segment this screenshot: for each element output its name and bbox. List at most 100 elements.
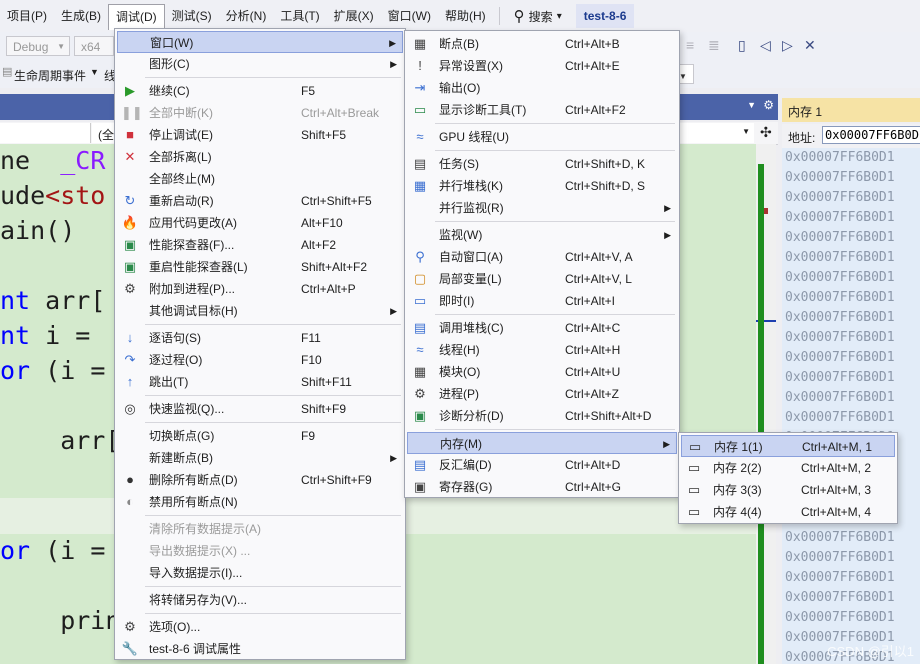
menubar-item[interactable]: 工具(T) xyxy=(273,4,326,28)
menu-item[interactable]: 将转储另存为(V)... xyxy=(117,589,403,611)
menubar-item[interactable]: 测试(S) xyxy=(165,4,219,28)
platform-combo[interactable]: x64 xyxy=(74,36,114,56)
menu-item[interactable]: 新建断点(B) ▶ xyxy=(117,447,403,469)
code-line: or (i = xyxy=(0,536,105,565)
menubar-item[interactable]: 调试(D) xyxy=(108,4,165,30)
menu-item[interactable]: 其他调试目标(H) ▶ xyxy=(117,300,403,322)
menu-item[interactable]: ◐ 禁用所有断点(N) xyxy=(117,491,403,513)
menu-item[interactable]: ▣ 寄存器(G) Ctrl+Alt+G xyxy=(407,476,677,498)
menubar-item[interactable]: 帮助(H) xyxy=(438,4,493,28)
menubar-item[interactable]: 扩展(X) xyxy=(327,4,381,28)
menu-item[interactable]: ▦ 模块(O) Ctrl+Alt+U xyxy=(407,361,677,383)
menu-item[interactable]: 🔧 test-8-6 调试属性 xyxy=(117,638,403,660)
quick-watch-icon: ◎ xyxy=(124,401,136,416)
menu-item-shortcut: Alt+F10 xyxy=(301,216,343,230)
gpu-threads-icon: ≈ xyxy=(416,129,424,144)
menu-item[interactable]: ≈ 线程(H) Ctrl+Alt+H xyxy=(407,339,677,361)
split-icon[interactable]: ✣ xyxy=(760,124,772,141)
menu-item-shortcut: Alt+F2 xyxy=(301,238,337,252)
menu-item[interactable]: ▭ 内存 3(3) Ctrl+Alt+M, 3 xyxy=(681,479,895,501)
menu-item[interactable]: 图形(C) ▶ xyxy=(117,53,403,75)
watermark: CSDN @引以1 xyxy=(827,644,914,659)
menu-item[interactable]: ↓ 逐语句(S) F11 xyxy=(117,327,403,349)
tab-dropdown-icon[interactable]: ▼ xyxy=(747,100,756,110)
code-line: prin xyxy=(0,606,120,635)
menu-item[interactable]: 全部终止(M) xyxy=(117,168,403,190)
menu-item-shortcut: Ctrl+Shift+F5 xyxy=(301,194,372,208)
menu-item[interactable]: ▶ 继续(C) F5 xyxy=(117,80,403,102)
menu-item[interactable]: 监视(W) ▶ xyxy=(407,224,677,246)
menu-item[interactable]: ▤ 调用堆栈(C) Ctrl+Alt+C xyxy=(407,317,677,339)
menu-item[interactable]: ▦ 断点(B) Ctrl+Alt+B xyxy=(407,33,677,55)
lifecycle-events-label[interactable]: 生命周期事件 xyxy=(14,67,86,84)
lifecycle-dropdown-icon[interactable]: ▼ xyxy=(90,67,99,77)
memory-row: 0x00007FF6B0D1 xyxy=(785,350,895,365)
menu-item[interactable]: ↑ 跳出(T) Shift+F11 xyxy=(117,371,403,393)
next-bookmark-icon[interactable]: ▷ xyxy=(782,37,793,54)
menu-item[interactable]: ◎ 快速监视(Q)... Shift+F9 xyxy=(117,398,403,420)
memory-row: 0x00007FF6B0D1 xyxy=(785,570,895,585)
code-token: (i = xyxy=(30,536,106,565)
tasks-icon: ▤ xyxy=(413,156,427,171)
menu-item[interactable]: ▤ 任务(S) Ctrl+Shift+D, K xyxy=(407,153,677,175)
menu-item[interactable]: ≈ GPU 线程(U) xyxy=(407,126,677,148)
menu-item[interactable]: ▣ 重启性能探查器(L) Shift+Alt+F2 xyxy=(117,256,403,278)
search-button[interactable]: ⚲ 搜索 ▾ xyxy=(506,7,570,25)
bookmark-icon[interactable]: ▯ xyxy=(738,37,746,54)
tab-settings-gear-icon[interactable]: ⚙ xyxy=(763,98,774,112)
menu-item[interactable]: ■ 停止调试(E) Shift+F5 xyxy=(117,124,403,146)
clear-bookmarks-icon[interactable]: ✕ xyxy=(804,37,816,54)
memory-window-title-bar[interactable]: 内存 1 xyxy=(782,98,920,122)
menu-item[interactable]: ! 异常设置(X) Ctrl+Alt+E xyxy=(407,55,677,77)
menu-item[interactable]: ⚙ 选项(O)... xyxy=(117,616,403,638)
menu-item: ❚❚ 全部中断(K) Ctrl+Alt+Break xyxy=(117,102,403,124)
menu-item[interactable]: ▭ 内存 1(1) Ctrl+Alt+M, 1 xyxy=(681,435,895,457)
menu-item[interactable]: ▭ 内存 4(4) Ctrl+Alt+M, 4 xyxy=(681,501,895,523)
memory-contents[interactable]: 0x00007FF6B0D1 0x00007FF6B0D1 0x00007FF6B0… xyxy=(782,148,920,664)
menu-item[interactable]: ▭ 即时(I) Ctrl+Alt+I xyxy=(407,290,677,312)
code-token: _CR xyxy=(60,146,106,175)
submenu-arrow-icon: ▶ xyxy=(390,59,397,69)
menu-item[interactable]: ▣ 诊断分析(D) Ctrl+Shift+Alt+D xyxy=(407,405,677,427)
menu-item[interactable]: ▣ 性能探查器(F)... Alt+F2 xyxy=(117,234,403,256)
menu-item[interactable]: 窗口(W) ▶ xyxy=(117,31,403,53)
menu-item[interactable]: ✕ 全部拆离(L) xyxy=(117,146,403,168)
restart-icon: ↻ xyxy=(124,193,136,208)
menu-item[interactable]: 🔥 应用代码更改(A) Alt+F10 xyxy=(117,212,403,234)
menubar-item[interactable]: 分析(N) xyxy=(219,4,274,28)
configuration-combo[interactable]: Debug ▼ xyxy=(6,36,70,56)
prev-bookmark-icon[interactable]: ◁ xyxy=(760,37,771,54)
code-token: nt xyxy=(0,286,31,315)
menu-item[interactable]: 并行监视(R) ▶ xyxy=(407,197,677,219)
project-combo[interactable] xyxy=(0,123,91,143)
menubar-separator xyxy=(498,7,500,25)
menu-item[interactable]: ↷ 逐过程(O) F10 xyxy=(117,349,403,371)
menu-item[interactable]: ⚲ 自动窗口(A) Ctrl+Alt+V, A xyxy=(407,246,677,268)
code-token: arr[ xyxy=(30,286,106,315)
menu-item[interactable]: ▭ 显示诊断工具(T) Ctrl+Alt+F2 xyxy=(407,99,677,121)
menu-item[interactable]: ▦ 并行堆栈(K) Ctrl+Shift+D, S xyxy=(407,175,677,197)
menu-item[interactable]: ⇥ 输出(O) xyxy=(407,77,677,99)
menu-item[interactable]: ● 删除所有断点(D) Ctrl+Shift+F9 xyxy=(117,469,403,491)
menubar-item[interactable]: 生成(B) xyxy=(54,4,108,28)
menu-item[interactable]: ⚙ 进程(P) Ctrl+Alt+Z xyxy=(407,383,677,405)
menu-item[interactable]: 导入数据提示(I)... xyxy=(117,562,403,584)
menu-item-label: 应用代码更改(A) xyxy=(149,216,237,230)
format-icon[interactable]: ≡ xyxy=(686,37,694,53)
unindent-icon[interactable]: ≣ xyxy=(708,37,720,54)
menu-item[interactable]: 内存(M) ▶ xyxy=(407,432,677,454)
debug-menu: 窗口(W) ▶ 图形(C) ▶ ▶ 继续(C) F5 ❚❚ 全部中断(K) Ctrl+Alt+Br… xyxy=(114,28,406,660)
menu-item[interactable]: 切换断点(G) F9 xyxy=(117,425,403,447)
address-input[interactable] xyxy=(822,126,920,144)
menubar-item[interactable]: 窗口(W) xyxy=(381,4,438,28)
menu-item-shortcut: Ctrl+Alt+M, 4 xyxy=(801,505,872,519)
menubar-item[interactable]: 项目(P) xyxy=(0,4,54,28)
menu-item[interactable]: ▤ 反汇编(D) Ctrl+Alt+D xyxy=(407,454,677,476)
code-token: i = xyxy=(30,321,106,350)
menu-item[interactable]: ▭ 内存 2(2) Ctrl+Alt+M, 2 xyxy=(681,457,895,479)
menu-item[interactable]: ▢ 局部变量(L) Ctrl+Alt+V, L xyxy=(407,268,677,290)
menu-item[interactable]: ↻ 重新启动(R) Ctrl+Shift+F5 xyxy=(117,190,403,212)
menu-item[interactable]: ⚙ 附加到进程(P)... Ctrl+Alt+P xyxy=(117,278,403,300)
submenu-arrow-icon: ▶ xyxy=(664,203,671,213)
scope-dropdown-icon[interactable]: ▼ xyxy=(742,127,750,136)
